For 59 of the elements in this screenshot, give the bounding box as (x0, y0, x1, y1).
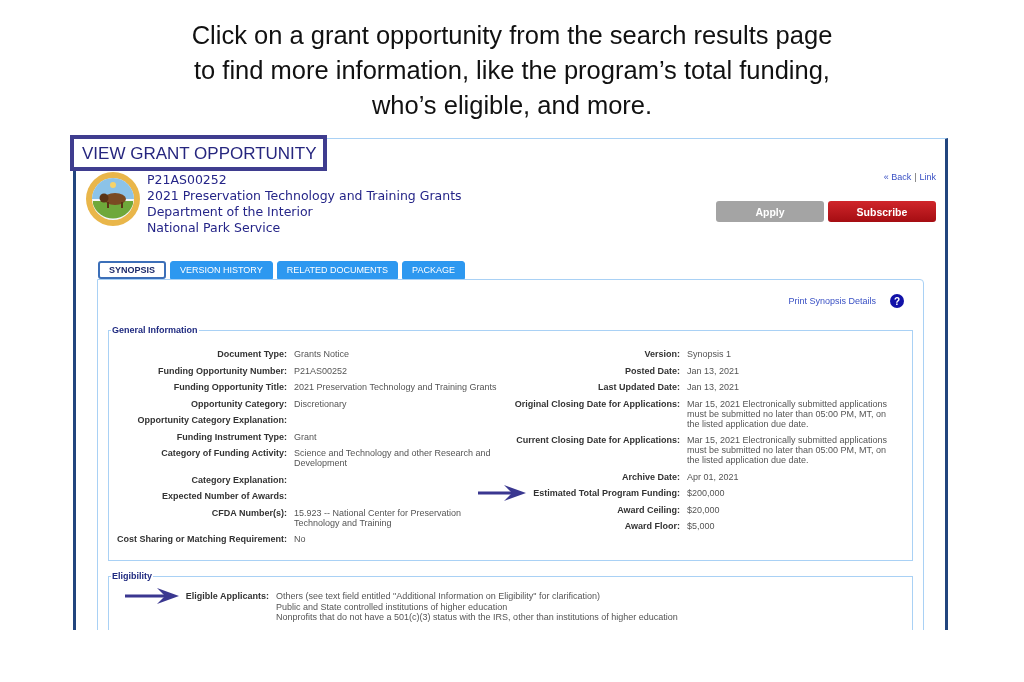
field-value: 15.923 -- National Center for Preservation Technology and Training (294, 507, 463, 528)
section-title: Eligibility (111, 571, 153, 581)
link-separator: | (914, 172, 917, 182)
field-label: Original Closing Date for Applications: (513, 398, 680, 411)
field-label: Opportunity Category: (190, 398, 287, 409)
pointer-arrow (124, 588, 179, 604)
field-value: Mar 15, 2021 Electronically submitted applications must be submitted no later than 05:00 PM, MT, on the listed application due date. (687, 435, 889, 465)
field-label: Expected Number of Awards: (160, 491, 287, 501)
field-label: Award Ceiling: (616, 504, 680, 515)
header-line: P21AS00252 (147, 172, 228, 188)
field-label: Funding Opportunity Title: (172, 382, 287, 392)
field-label: Funding Opportunity Number: (157, 365, 287, 376)
section-title: General Information (111, 325, 199, 335)
field-label: Cost Sharing or Matching Requirement: (116, 534, 287, 544)
field-label: Opportunity Category Explanation: (136, 415, 287, 425)
field-value: $200,000 (687, 488, 726, 498)
field-value: Discretionary (294, 398, 348, 409)
header-line: National Park Service (147, 220, 282, 236)
field-label: Award Floor: (623, 521, 680, 531)
field-label: Category of Funding Activity: (160, 448, 287, 460)
help-icon[interactable]: ? (890, 294, 904, 308)
field-value: Grant (294, 431, 318, 442)
field-label: Version: (643, 349, 680, 359)
field-value: Public and State controlled institutions of higher education (276, 601, 509, 612)
seal-icon (85, 171, 141, 227)
field-value: Mar 15, 2021 Electronically submitted applications must be submitted no later than 05:00 PM, MT, on the listed application due date. (687, 398, 889, 429)
link[interactable]: Link (919, 172, 936, 182)
field-value: Others (see text field entitled "Additional Information on Eligibility" for clarification) (276, 591, 602, 602)
field-value: Jan 13, 2021 (687, 382, 741, 392)
field-label: Category Explanation: (190, 474, 287, 485)
field-value: Jan 13, 2021 (687, 365, 741, 376)
caption-text: Click on a grant opportunity from the search results page to find more information, like the program’s total funding, who’s eligible, and more. (190, 20, 834, 121)
field-label: Posted Date: (624, 365, 680, 376)
pointer-arrow (478, 485, 527, 501)
field-value: P21AS00252 (294, 365, 349, 376)
field-value: $5,000 (687, 521, 716, 531)
field-value: Science and Technology and other Research and Development (294, 448, 492, 468)
print-link[interactable]: Print Synopsis Details (788, 296, 876, 306)
field-label: CFDA Number(s): (210, 507, 287, 520)
field-value: Nonprofits that do not have a 501(c)(3) status with the IRS, other than institutions of higher education (276, 612, 679, 623)
field-label: Estimated Total Program Funding: (500, 488, 680, 498)
header-line: 2021 Preservation Technology and Training Grants (147, 188, 462, 204)
page-title: VIEW GRANT OPPORTUNITY (70, 135, 327, 171)
field-label: Archive Date: (620, 471, 680, 482)
field-label: Last Updated Date: (597, 382, 680, 392)
field-label: Funding Instrument Type: (175, 431, 287, 442)
back-link[interactable]: « Back (883, 172, 912, 182)
field-value: Grants Notice (294, 349, 351, 359)
field-value: Synopsis 1 (687, 349, 733, 359)
field-value: 2021 Preservation Technology and Training Grants (294, 382, 498, 392)
field-label: Eligible Applicants: (109, 591, 269, 623)
field-label: Document Type: (216, 349, 287, 359)
field-value: Apr 01, 2021 (687, 471, 740, 482)
field-value: $20,000 (687, 504, 721, 515)
field-label: Current Closing Date for Applications: (515, 435, 680, 447)
header-line: Department of the Interior (147, 204, 314, 220)
field-value: No (294, 534, 307, 544)
tab[interactable]: SYNOPSIS (98, 261, 166, 279)
subscribe-button[interactable]: Subscribe (828, 201, 936, 222)
